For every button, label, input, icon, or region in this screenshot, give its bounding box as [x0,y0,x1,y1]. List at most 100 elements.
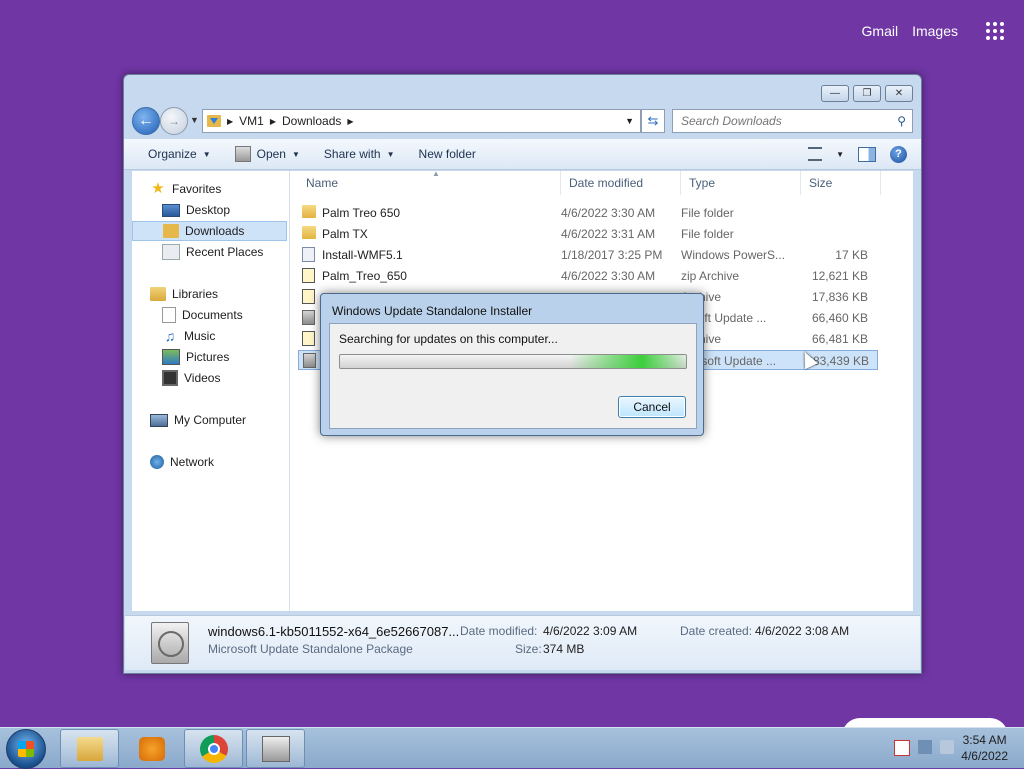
details-date-created: 4/6/2022 3:08 AM [755,624,850,638]
nav-label: Downloads [185,224,245,238]
file-row[interactable]: Palm_Treo_650 4/6/2022 3:30 AM zip Archive… [298,266,878,286]
column-header-name[interactable]: Name ▲ [298,169,561,195]
recent-places-icon [162,244,180,260]
gmail-link[interactable]: Gmail [862,23,899,39]
taskbar-installer[interactable] [246,729,305,768]
nav-label: Recent Places [186,245,264,259]
start-button[interactable] [6,729,46,769]
nav-label: Desktop [186,203,231,217]
back-button[interactable]: ← [132,107,160,135]
file-row[interactable]: Install-WMF5.1 1/18/2017 3:25 PM Windows P… [298,245,878,265]
file-date-modified: 4/6/2022 3:30 AM [561,269,656,283]
chevron-down-icon[interactable]: ▼ [836,150,844,159]
search-icon[interactable]: ⚲ [897,114,906,128]
nav-desktop[interactable]: Desktop [162,200,230,220]
file-name: Install-WMF5.1 [322,248,403,262]
file-size: 66,460 KB [811,311,868,325]
view-options-icon[interactable] [808,147,823,161]
chevron-right-icon[interactable]: ▶ [270,117,276,126]
address-dropdown-icon[interactable]: ▼ [625,116,634,126]
apps-grid-icon[interactable] [986,22,1004,40]
zip-icon [302,331,315,346]
taskbar-media-player[interactable] [122,729,181,768]
chrome-icon [199,734,228,763]
taskbar-chrome[interactable] [184,729,243,768]
cancel-button[interactable]: Cancel [618,396,686,418]
file-name: Palm TX [322,227,368,241]
taskbar: 3:54 AM 4/6/2022 [0,727,1024,769]
view-controls: ▼ ? [808,145,907,163]
command-bar: Organize ▼ Open ▼ Share with ▼ New folder ▼… [124,139,921,170]
folder-icon [302,205,316,218]
file-row[interactable]: Palm TX 4/6/2022 3:31 AM File folder [298,224,878,244]
volume-icon[interactable] [940,740,954,754]
nav-recent-places[interactable]: Recent Places [162,242,263,262]
search-box[interactable]: ⚲ [672,109,913,133]
nav-label: Network [170,455,215,469]
breadcrumb-downloads[interactable]: Downloads [282,114,341,128]
installer-icon [234,146,251,162]
new-folder-button[interactable]: New folder [419,147,476,161]
file-size: 12,621 KB [811,269,868,283]
restore-button[interactable]: ❐ [853,85,881,102]
powershell-script-icon [302,247,315,262]
nav-network[interactable]: Network [150,452,214,472]
system-tray [894,740,954,756]
column-label: Date modified [569,176,644,190]
forward-button[interactable]: → [160,107,188,135]
help-icon[interactable]: ? [890,145,907,163]
details-pane: windows6.1-kb5011552-x64_6e52667087... M… [125,615,920,670]
system-clock[interactable]: 3:54 AM 4/6/2022 [961,732,1008,764]
action-center-flag-icon[interactable] [894,740,910,756]
nav-favorites[interactable]: ★ Favorites [150,179,221,199]
column-header-type[interactable]: Type [681,171,801,195]
update-installer-dialog: Windows Update Standalone Installer Sear… [320,293,704,436]
refresh-button[interactable]: ⇆ [641,109,665,133]
libraries-icon [150,287,166,301]
preview-pane-icon[interactable] [858,146,876,162]
minimize-button[interactable]: — [821,85,849,102]
share-with-label: Share with [323,147,381,161]
organize-menu[interactable]: Organize ▼ [148,147,211,161]
close-button[interactable]: ✕ [885,85,913,102]
file-size: 66,481 KB [811,332,868,346]
chevron-down-icon: ▼ [202,149,211,159]
file-type: File folder [681,206,734,220]
nav-label: Pictures [186,350,230,364]
column-header-date-modified[interactable]: Date modified [561,171,681,195]
file-type: File folder [681,227,734,241]
nav-music[interactable]: ♫ Music [162,326,216,346]
file-size: 17 KB [835,248,868,262]
nav-downloads[interactable]: Downloads [132,221,287,241]
column-header-size[interactable]: Size [801,171,881,195]
nav-my-computer[interactable]: My Computer [150,410,246,430]
recent-pages-dropdown-icon[interactable]: ▼ [190,115,199,125]
nav-documents[interactable]: Documents [162,305,243,325]
media-player-icon [138,736,165,761]
progress-marquee [570,355,686,368]
file-date-modified: 4/6/2022 3:30 AM [561,206,656,220]
chevron-right-icon[interactable]: ▶ [347,117,353,126]
nav-videos[interactable]: Videos [162,368,220,388]
share-with-menu[interactable]: Share with ▼ [324,147,395,161]
downloads-folder-icon [163,224,179,238]
address-bar[interactable]: ▶ VM1 ▶ Downloads ▶ ▼ [202,109,641,133]
network-icon [150,455,164,469]
network-status-icon[interactable] [918,740,932,754]
images-link[interactable]: Images [912,23,958,39]
details-filetype: Microsoft Update Standalone Package [208,642,413,656]
breadcrumb-vm1[interactable]: VM1 [239,114,264,128]
open-label: Open [256,147,286,161]
details-date-modified: 4/6/2022 3:09 AM [543,624,638,638]
chevron-right-icon[interactable]: ▶ [227,117,233,126]
taskbar-explorer[interactable] [60,729,119,768]
nav-libraries[interactable]: Libraries [150,284,218,304]
nav-pictures[interactable]: Pictures [162,347,229,367]
open-menu[interactable]: Open ▼ [234,146,300,162]
file-row[interactable]: Palm Treo 650 4/6/2022 3:30 AM File folder [298,203,878,223]
downloads-folder-icon [207,115,221,127]
search-input[interactable] [679,113,883,129]
nav-label: My Computer [174,413,247,427]
dialog-message: Searching for updates on this computer..… [339,332,558,346]
update-package-icon [303,353,316,368]
